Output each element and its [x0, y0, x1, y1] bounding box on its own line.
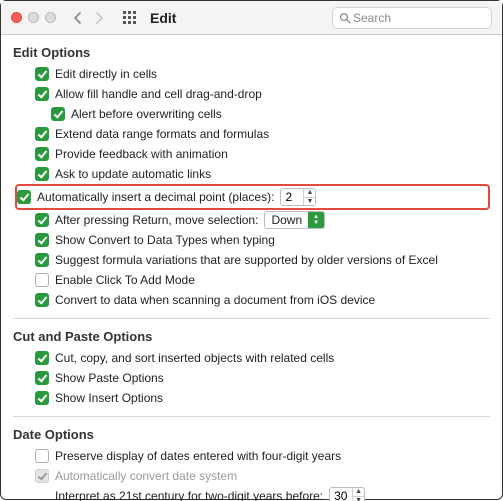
century-year-stepper[interactable]: ▲ ▼	[329, 487, 365, 501]
decimal-places-stepper[interactable]: ▲ ▼	[280, 188, 316, 206]
opt-alert-overwrite[interactable]: Alert before overwriting cells	[13, 104, 490, 124]
stepper-down-icon[interactable]: ▼	[353, 497, 364, 501]
checkbox[interactable]	[35, 127, 49, 141]
checkbox-label: Automatically convert date system	[55, 469, 237, 483]
checkbox-label: Convert to data when scanning a document…	[55, 293, 375, 307]
opt-fill-handle[interactable]: Allow fill handle and cell drag-and-drop	[13, 84, 490, 104]
checkbox[interactable]	[35, 87, 49, 101]
checkbox[interactable]	[35, 67, 49, 81]
checkbox[interactable]	[35, 449, 49, 463]
search-icon	[339, 12, 351, 24]
checkbox[interactable]	[35, 273, 49, 287]
option-label: Interpret as 21st century for two-digit …	[55, 489, 323, 501]
checkbox	[35, 469, 49, 483]
opt-show-paste-options[interactable]: Show Paste Options	[13, 368, 490, 388]
divider	[13, 416, 490, 417]
opt-data-types-typing[interactable]: Show Convert to Data Types when typing	[13, 230, 490, 250]
stepper-down-icon[interactable]: ▼	[304, 198, 315, 206]
close-window[interactable]	[11, 12, 22, 23]
opt-auto-convert-date: Automatically convert date system	[13, 466, 490, 486]
opt-convert-ios-scan[interactable]: Convert to data when scanning a document…	[13, 290, 490, 310]
section-heading-cutpaste: Cut and Paste Options	[13, 329, 490, 344]
opt-decimal-point[interactable]: Automatically insert a decimal point (pl…	[15, 184, 490, 210]
stepper-up-icon[interactable]: ▲	[353, 488, 364, 497]
checkbox-label: Show Convert to Data Types when typing	[55, 233, 275, 247]
opt-extend-formats[interactable]: Extend data range formats and formulas	[13, 124, 490, 144]
checkbox[interactable]	[35, 293, 49, 307]
window-controls	[11, 12, 56, 23]
opt-show-insert-options[interactable]: Show Insert Options	[13, 388, 490, 408]
checkbox[interactable]	[35, 213, 49, 227]
checkbox-label: Extend data range formats and formulas	[55, 127, 269, 141]
checkbox-label: Enable Click To Add Mode	[55, 273, 195, 287]
checkbox[interactable]	[17, 190, 31, 204]
checkbox[interactable]	[35, 253, 49, 267]
divider	[13, 318, 490, 319]
checkbox-label: Edit directly in cells	[55, 67, 157, 81]
back-button[interactable]	[66, 7, 88, 29]
opt-edit-directly[interactable]: Edit directly in cells	[13, 64, 490, 84]
opt-feedback-animation[interactable]: Provide feedback with animation	[13, 144, 490, 164]
section-heading-edit: Edit Options	[13, 45, 490, 60]
checkbox-label: Ask to update automatic links	[55, 167, 211, 181]
checkbox-label: Show Paste Options	[55, 371, 164, 385]
checkbox-label: Automatically insert a decimal point (pl…	[37, 190, 274, 204]
return-direction-select[interactable]: Down ▲▼	[264, 211, 325, 229]
search-input[interactable]	[351, 10, 503, 26]
titlebar: Edit	[1, 1, 502, 35]
opt-update-links[interactable]: Ask to update automatic links	[13, 164, 490, 184]
zoom-window[interactable]	[45, 12, 56, 23]
minimize-window[interactable]	[28, 12, 39, 23]
opt-cut-copy-sort[interactable]: Cut, copy, and sort inserted objects wit…	[13, 348, 490, 368]
checkbox[interactable]	[35, 391, 49, 405]
checkbox-label: Provide feedback with animation	[55, 147, 228, 161]
checkbox-label: Suggest formula variations that are supp…	[55, 253, 438, 267]
checkbox[interactable]	[35, 167, 49, 181]
checkbox[interactable]	[35, 351, 49, 365]
opt-after-return[interactable]: After pressing Return, move selection: D…	[13, 210, 490, 230]
select-arrows-icon[interactable]: ▲▼	[308, 212, 324, 228]
opt-interpret-century: Interpret as 21st century for two-digit …	[13, 486, 490, 501]
century-year-input[interactable]	[330, 488, 352, 501]
page-title: Edit	[150, 10, 176, 26]
content-area: Edit Options Edit directly in cells Allo…	[1, 35, 502, 501]
checkbox-label: Show Insert Options	[55, 391, 163, 405]
opt-preserve-four-digit[interactable]: Preserve display of dates entered with f…	[13, 446, 490, 466]
checkbox[interactable]	[35, 147, 49, 161]
select-value: Down	[271, 213, 308, 227]
checkbox[interactable]	[51, 107, 65, 121]
checkbox-label: Alert before overwriting cells	[71, 107, 222, 121]
checkbox-label: After pressing Return, move selection:	[55, 213, 258, 227]
show-all-icon[interactable]	[118, 7, 140, 29]
checkbox-label: Allow fill handle and cell drag-and-drop	[55, 87, 262, 101]
checkbox[interactable]	[35, 371, 49, 385]
checkbox-label: Preserve display of dates entered with f…	[55, 449, 341, 463]
checkbox-label: Cut, copy, and sort inserted objects wit…	[55, 351, 334, 365]
opt-click-to-add[interactable]: Enable Click To Add Mode	[13, 270, 490, 290]
opt-formula-variations[interactable]: Suggest formula variations that are supp…	[13, 250, 490, 270]
decimal-places-input[interactable]	[281, 189, 303, 205]
search-field[interactable]	[332, 7, 492, 29]
forward-button[interactable]	[88, 7, 110, 29]
stepper-up-icon[interactable]: ▲	[304, 189, 315, 198]
checkbox[interactable]	[35, 233, 49, 247]
section-heading-date: Date Options	[13, 427, 490, 442]
